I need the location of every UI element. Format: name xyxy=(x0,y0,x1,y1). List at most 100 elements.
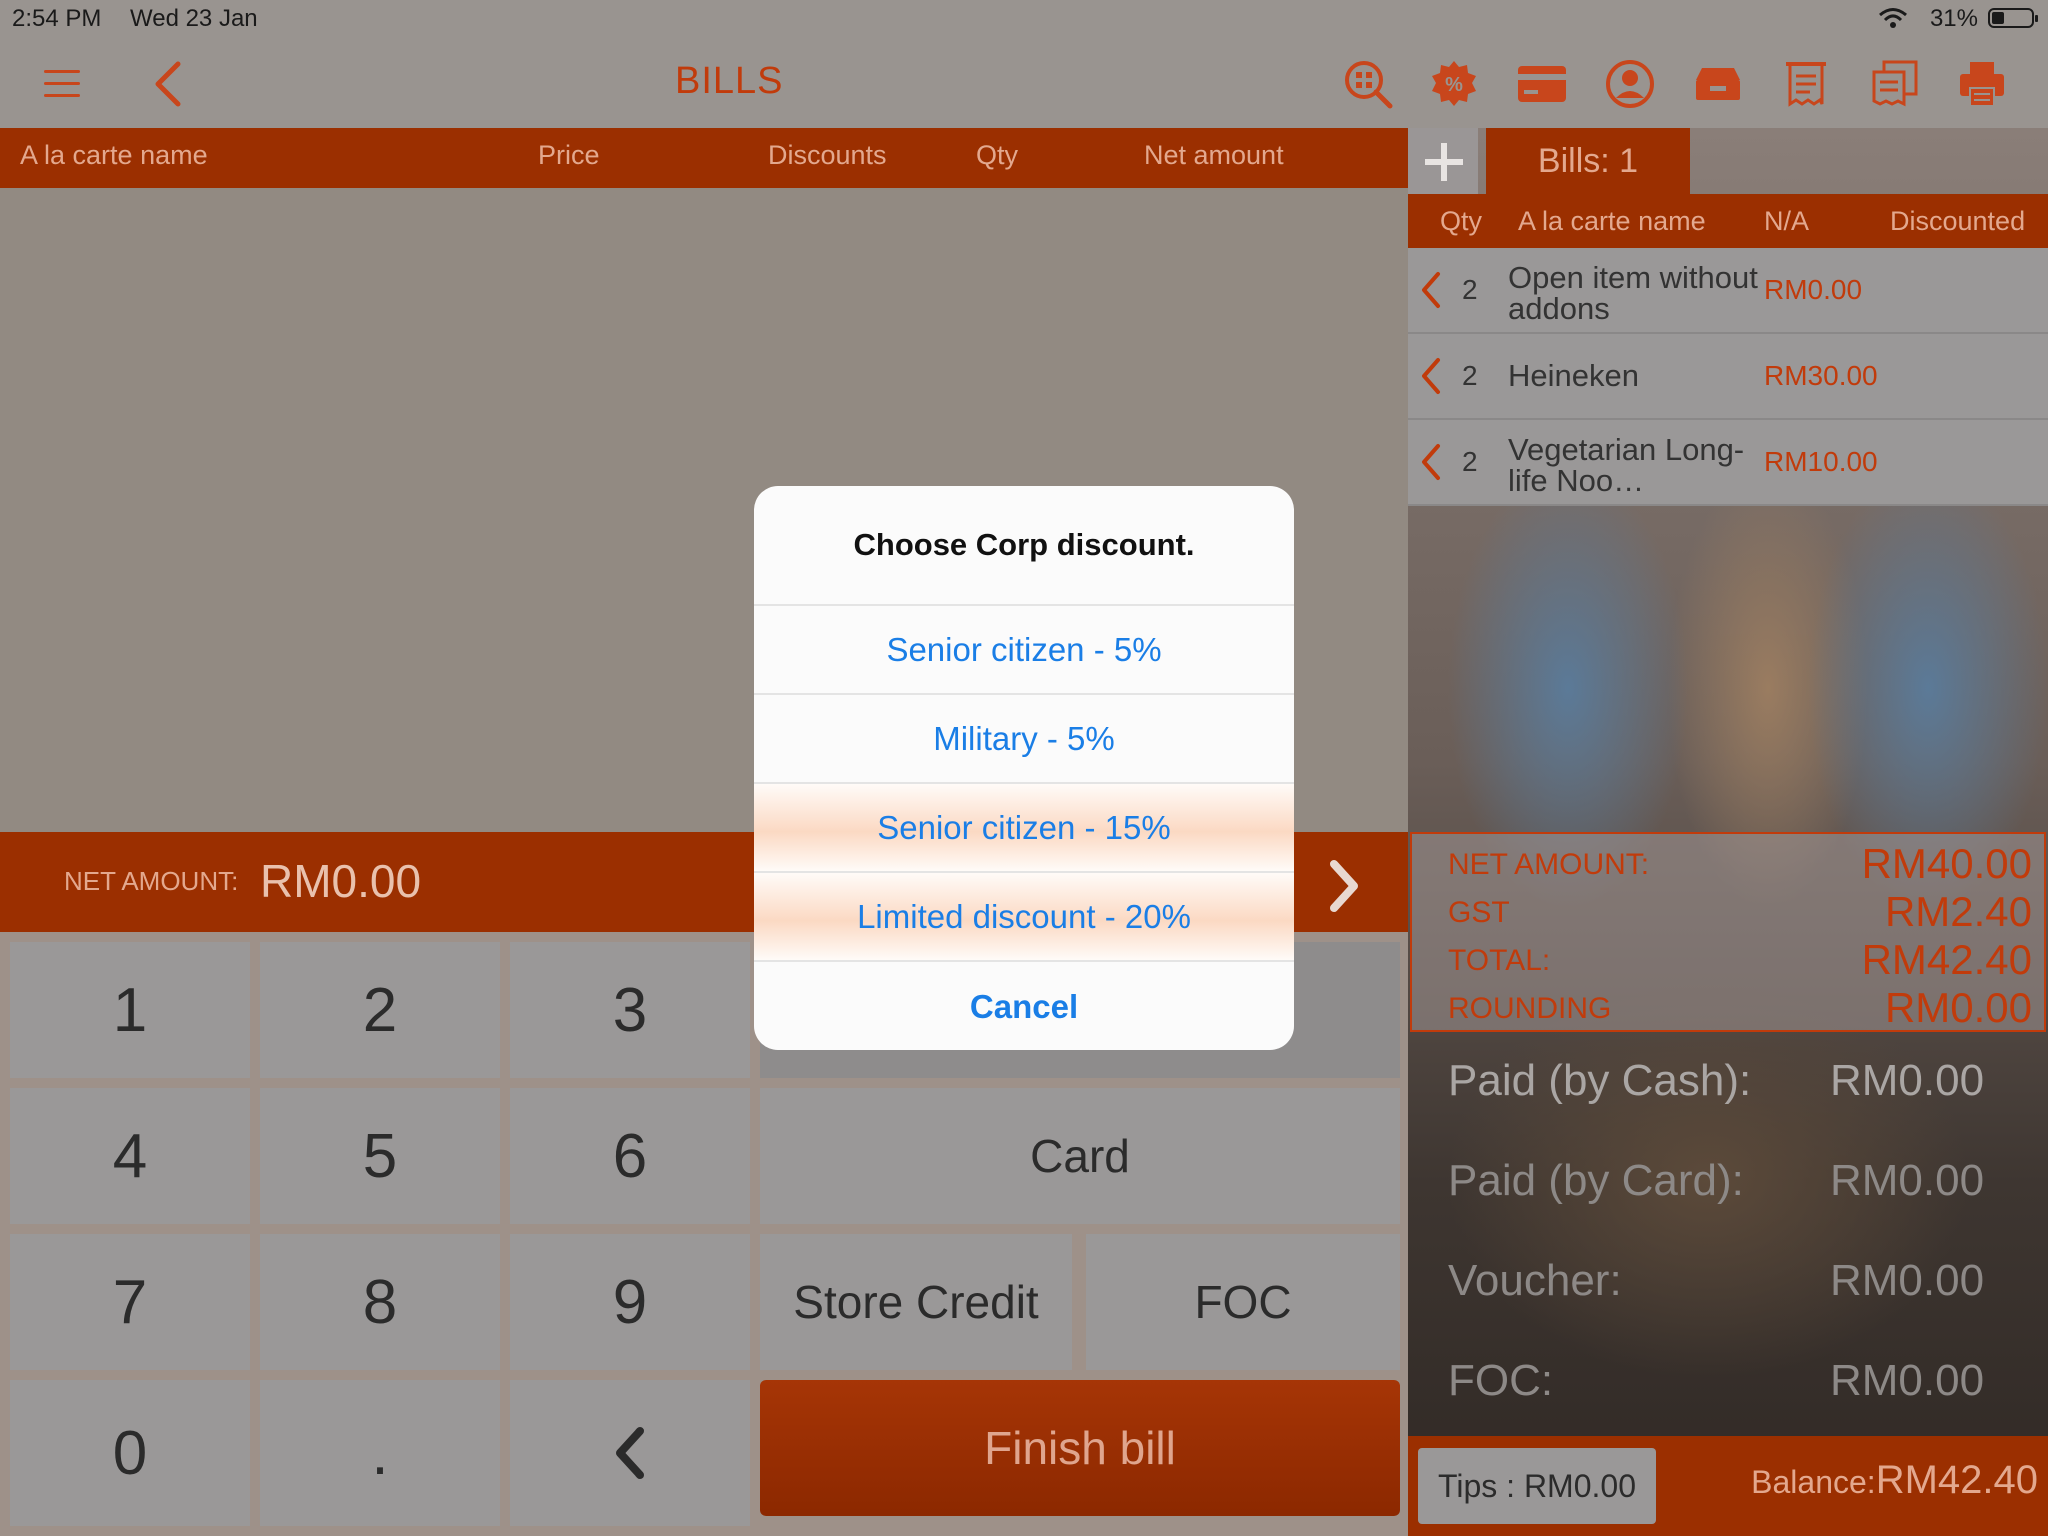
bill-item-name: Vegetarian Long-life Noo… xyxy=(1508,432,1745,498)
discount-option-military-5[interactable]: Military - 5% xyxy=(754,695,1294,784)
payment-cash-row: Paid (by Cash): RM0.00 xyxy=(1448,1056,2028,1126)
items-table-header: A la carte name Price Discounts Qty Net … xyxy=(0,128,1408,188)
card-button[interactable]: Card xyxy=(760,1088,1400,1224)
back-icon[interactable] xyxy=(148,60,188,108)
key-0[interactable]: 0 xyxy=(10,1380,250,1526)
net-amount-label: NET AMOUNT: xyxy=(64,866,239,896)
menu-icon[interactable] xyxy=(44,70,80,97)
chevron-right-icon[interactable] xyxy=(1318,856,1368,916)
key-4[interactable]: 4 xyxy=(10,1088,250,1224)
bill-item-row[interactable]: 2 Open item without addons RM0.00 xyxy=(1408,248,2048,334)
bill-header-qty: Qty xyxy=(1440,206,1483,236)
column-header-discounts: Discounts xyxy=(768,140,887,170)
cash-drawer-icon[interactable] xyxy=(1692,58,1744,110)
discount-option-limited-20[interactable]: Limited discount - 20% xyxy=(754,873,1294,962)
status-bar: 2:54 PM Wed 23 Jan 31% xyxy=(0,0,2048,36)
qr-search-icon[interactable] xyxy=(1342,58,1394,110)
dialog-title: Choose Corp discount. xyxy=(754,486,1294,606)
backspace-icon xyxy=(616,1427,644,1479)
payment-voucher-row: Voucher: RM0.00 xyxy=(1448,1256,2028,1326)
bill-items-header: Qty A la carte name N/A Discounted xyxy=(1408,194,2048,248)
net-amount-value: RM0.00 xyxy=(260,855,422,907)
payment-cash-value: RM0.00 xyxy=(1830,1056,1985,1105)
page-title: BILLS xyxy=(675,60,784,102)
bill-summary: NET AMOUNT: RM40.00 GST RM2.40 TOTAL: RM42.… xyxy=(1410,832,2046,1032)
status-date: Wed 23 Jan xyxy=(130,5,258,32)
bill-header-name: A la carte name xyxy=(1518,206,1706,236)
cancel-button[interactable]: Cancel xyxy=(754,962,1294,1050)
summary-rounding-value: RM0.00 xyxy=(1884,984,2032,1031)
key-5[interactable]: 5 xyxy=(260,1088,500,1224)
summary-net-amount-value: RM40.00 xyxy=(1861,840,2032,887)
bill-item-qty: 2 xyxy=(1462,446,1478,477)
key-3[interactable]: 3 xyxy=(510,942,750,1078)
payment-card-row: Paid (by Card): RM0.00 xyxy=(1448,1156,2028,1226)
summary-gst-value: RM2.40 xyxy=(1884,888,2032,935)
bill-item-qty: 2 xyxy=(1462,274,1478,305)
summary-gst-label: GST xyxy=(1448,896,1510,929)
bills-tab[interactable]: Bills: 1 xyxy=(1486,128,1690,194)
column-header-price: Price xyxy=(538,140,600,170)
chevron-left-icon[interactable] xyxy=(1418,270,1442,310)
bill-footer: Tips : RM0.00 Balance:RM42.40 xyxy=(1408,1436,2048,1536)
key-8[interactable]: 8 xyxy=(260,1234,500,1370)
backspace-key[interactable] xyxy=(510,1380,750,1526)
summary-total-value: RM42.40 xyxy=(1861,936,2032,983)
receipts-icon[interactable] xyxy=(1868,58,1920,110)
column-header-net-amount: Net amount xyxy=(1144,140,1284,170)
chevron-left-icon[interactable] xyxy=(1418,442,1442,482)
bill-item-name: Heineken xyxy=(1508,358,1639,393)
finish-bill-button[interactable]: Finish bill xyxy=(760,1380,1400,1516)
receipt-icon[interactable] xyxy=(1780,58,1832,110)
payment-voucher-value: RM0.00 xyxy=(1830,1256,1985,1305)
payment-card-label: Paid (by Card): xyxy=(1448,1156,1744,1205)
bill-item-amount: RM10.00 xyxy=(1764,446,1878,477)
store-credit-button[interactable]: Store Credit xyxy=(760,1234,1072,1370)
bill-header-discounted: Discounted xyxy=(1890,206,2026,236)
chevron-left-icon[interactable] xyxy=(1418,356,1442,396)
column-header-qty: Qty xyxy=(976,140,1019,170)
battery-icon xyxy=(1988,8,2038,28)
bill-item-qty: 2 xyxy=(1462,360,1478,391)
customer-icon[interactable] xyxy=(1604,58,1656,110)
key-9[interactable]: 9 xyxy=(510,1234,750,1370)
payment-foc-label: FOC: xyxy=(1448,1356,1554,1405)
foc-button[interactable]: FOC xyxy=(1086,1234,1400,1370)
payment-card-value: RM0.00 xyxy=(1830,1156,1985,1205)
bill-item-row[interactable]: 2 Heineken RM30.00 xyxy=(1408,334,2048,420)
summary-net-amount-label: NET AMOUNT: xyxy=(1448,848,1650,881)
svg-text:%: % xyxy=(1445,74,1463,96)
key-decimal[interactable]: . xyxy=(260,1380,500,1526)
corp-discount-dialog: Choose Corp discount. Senior citizen - 5… xyxy=(754,486,1294,1050)
summary-rounding-label: ROUNDING xyxy=(1448,992,1612,1025)
payment-cash-label: Paid (by Cash): xyxy=(1448,1056,1752,1105)
summary-total-label: TOTAL: xyxy=(1448,944,1551,977)
column-header-name: A la carte name xyxy=(20,140,208,170)
key-2[interactable]: 2 xyxy=(260,942,500,1078)
balance: Balance:RM42.40 xyxy=(1751,1458,2038,1503)
bill-header-na: N/A xyxy=(1764,206,1810,236)
payment-foc-value: RM0.00 xyxy=(1830,1356,1985,1405)
key-6[interactable]: 6 xyxy=(510,1088,750,1224)
status-time: 2:54 PM xyxy=(12,5,102,32)
bill-item-row[interactable]: 2 Vegetarian Long-life Noo… RM10.00 xyxy=(1408,420,2048,506)
wifi-icon xyxy=(1879,8,1907,28)
key-7[interactable]: 7 xyxy=(10,1234,250,1370)
bill-item-name: Open item without addons xyxy=(1508,260,1758,326)
printer-icon[interactable] xyxy=(1956,58,2008,110)
payment-foc-row: FOC: RM0.00 xyxy=(1448,1356,2028,1426)
card-icon[interactable] xyxy=(1516,58,1568,110)
tips-button[interactable]: Tips : RM0.00 xyxy=(1418,1448,1656,1524)
bill-panel: Bills: 1 Qty A la carte name N/A Discoun… xyxy=(1408,128,2048,1536)
key-1[interactable]: 1 xyxy=(10,942,250,1078)
bill-item-amount: RM30.00 xyxy=(1764,360,1878,391)
discount-option-senior-15[interactable]: Senior citizen - 15% xyxy=(754,784,1294,873)
discount-badge-icon[interactable]: % xyxy=(1428,58,1480,110)
discount-option-senior-5[interactable]: Senior citizen - 5% xyxy=(754,606,1294,695)
balance-label: Balance: xyxy=(1751,1464,1876,1500)
balance-value: RM42.40 xyxy=(1875,1458,2038,1502)
nav-bar: BILLS % xyxy=(0,36,2048,128)
payment-voucher-label: Voucher: xyxy=(1448,1256,1622,1305)
battery-percent: 31% xyxy=(1929,5,1978,32)
add-bill-button[interactable] xyxy=(1408,128,1478,194)
